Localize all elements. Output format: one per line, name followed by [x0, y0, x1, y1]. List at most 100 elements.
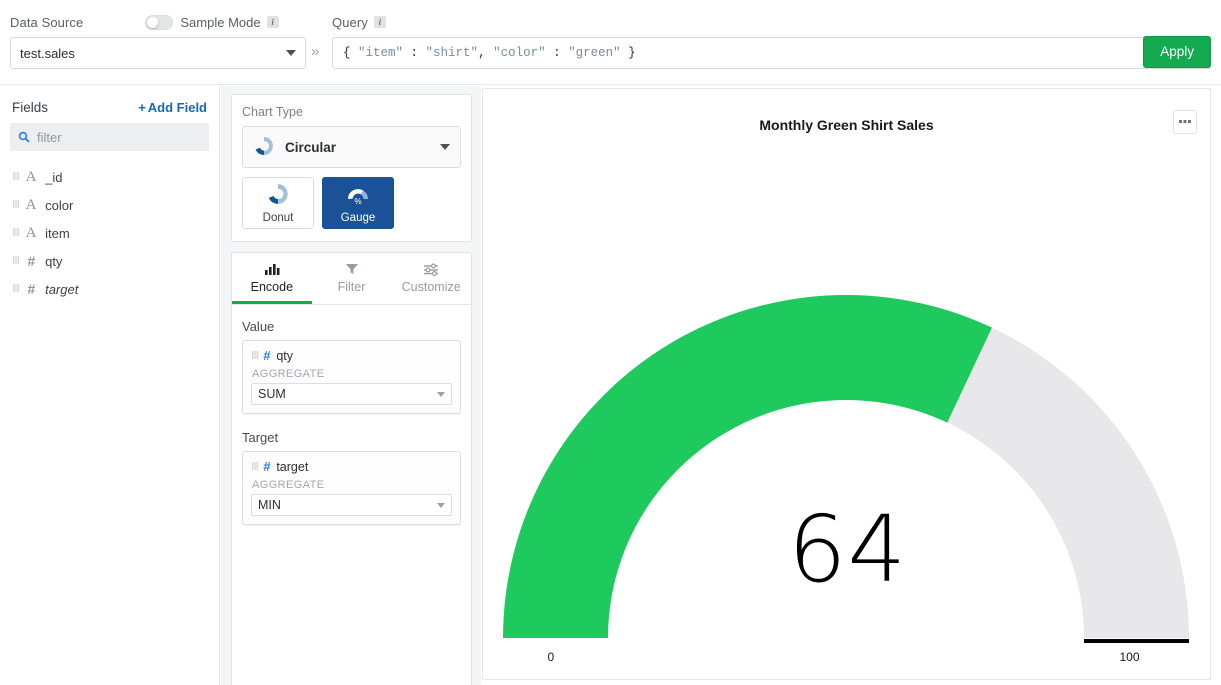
data-source-select[interactable]: test.sales [10, 37, 306, 69]
aggregate-label: AGGREGATE [252, 479, 452, 491]
field-name: item [45, 226, 70, 241]
sample-mode-toggle[interactable] [145, 15, 173, 30]
drag-handle-icon[interactable]: ‖‖ [12, 283, 19, 295]
query-text: { "item" : "shirt", "color" : "green" } [343, 46, 1189, 60]
add-field-label: Add Field [148, 100, 207, 115]
chart-subtype-donut-button[interactable]: Donut [242, 177, 314, 229]
apply-button[interactable]: Apply [1143, 36, 1211, 68]
gauge-min-tick-label: 0 [548, 650, 555, 664]
chart-family-value: Circular [285, 140, 440, 155]
query-label: Query [332, 15, 368, 30]
drag-handle-icon[interactable]: ‖‖ [251, 350, 258, 362]
query-block: Query i { "item" : "shirt", "color" : "g… [332, 12, 1211, 69]
string-type-icon: A [24, 197, 38, 214]
channel-field-row[interactable]: ‖‖#qty [251, 348, 452, 363]
toggle-knob [147, 17, 158, 28]
drag-handle-icon[interactable]: ‖‖ [12, 227, 19, 239]
number-type-icon: # [24, 253, 38, 269]
query-token: , [478, 46, 493, 60]
chart-type-card: Chart Type Circular Donut % Gauge [231, 94, 472, 242]
drag-handle-icon[interactable]: ‖‖ [12, 171, 19, 183]
field-name: color [45, 198, 73, 213]
query-info-icon[interactable]: i [374, 16, 386, 28]
tab-filter[interactable]: Filter [312, 253, 392, 304]
data-source-block: Data Source Sample Mode i test.sales [10, 12, 306, 69]
chevron-down-icon [437, 503, 445, 508]
field-list-item[interactable]: ‖‖ # target [0, 275, 219, 303]
search-icon [18, 131, 30, 143]
breadcrumb-chevron-icon: » [311, 43, 319, 60]
add-field-button[interactable]: +Add Field [138, 100, 207, 115]
svg-text:%: % [354, 197, 361, 206]
plus-icon: + [138, 100, 146, 115]
gauge-max-tick-label: 100 [1120, 650, 1140, 664]
fields-filter-input[interactable]: filter [10, 123, 209, 151]
field-name: _id [45, 170, 62, 185]
chart-type-label: Chart Type [242, 105, 461, 119]
chevron-down-icon [437, 392, 445, 397]
field-list-item[interactable]: ‖‖Aitem [0, 219, 219, 247]
encode-card: EncodeFilterCustomize Value‖‖#qtyAGGREGA… [231, 252, 472, 685]
tab-customize[interactable]: Customize [391, 253, 471, 304]
sample-mode-label: Sample Mode [180, 15, 260, 30]
circular-family-icon [253, 135, 275, 160]
encode-channel-target[interactable]: ‖‖#target AGGREGATE MIN [242, 451, 461, 525]
encode-tab-icon [232, 262, 312, 277]
fields-title: Fields [12, 100, 138, 115]
tab-label: Customize [402, 280, 461, 294]
chevron-down-icon [440, 144, 450, 150]
data-source-label: Data Source [10, 15, 83, 30]
query-input[interactable]: { "item" : "shirt", "color" : "green" } … [332, 37, 1211, 69]
query-token: "item" [351, 46, 404, 60]
aggregate-value: SUM [258, 387, 437, 401]
chevron-down-icon [286, 50, 296, 56]
query-label-row: Query i [332, 12, 1211, 32]
query-token: : [403, 46, 426, 60]
drag-handle-icon[interactable]: ‖‖ [12, 255, 19, 267]
chart-family-select[interactable]: Circular [242, 126, 461, 168]
tab-label: Filter [338, 280, 366, 294]
chart-panel: Monthly Green Shirt Sales 64 0 100 [482, 88, 1211, 680]
field-list-item[interactable]: ‖‖ Acolor [0, 191, 219, 219]
sample-mode-info-icon[interactable]: i [267, 16, 279, 28]
channel-field-row[interactable]: ‖‖#target [251, 459, 452, 474]
channel-field-name: target [276, 460, 308, 474]
field-name: target [45, 282, 78, 297]
gauge-value-label: 64 [483, 504, 1212, 596]
donut-icon [266, 182, 290, 209]
filter-tab-icon [312, 262, 392, 277]
gauge-chart: 64 0 100 [483, 89, 1212, 681]
fields-list: ‖‖A_id‖‖Acolor‖‖Aitem‖‖#qty‖‖#target [0, 163, 219, 303]
query-token: { [343, 46, 351, 60]
top-toolbar: Data Source Sample Mode i test.sales » Q… [0, 0, 1221, 85]
panel-tabs: Encode Filter Customize [232, 253, 471, 305]
aggregate-select[interactable]: SUM [251, 383, 452, 405]
field-list-item[interactable]: ‖‖ A _id [0, 163, 219, 191]
query-token: "color" [493, 46, 546, 60]
encode-channel-value[interactable]: ‖‖#qtyAGGREGATESUM [242, 340, 461, 414]
aggregate-select[interactable]: MIN [251, 494, 452, 516]
query-token: "shirt" [426, 46, 479, 60]
sample-mode-toggle-group[interactable]: Sample Mode i [145, 15, 278, 30]
customize-tab-icon [391, 262, 471, 277]
data-source-value: test.sales [20, 46, 286, 61]
query-token: "green" [568, 46, 621, 60]
chart-subtype-label: Gauge [341, 212, 376, 224]
chart-config-panel: Chart Type Circular Donut % Gauge Encode F… [221, 86, 481, 685]
tab-encode[interactable]: Encode [232, 253, 312, 304]
number-type-icon: # [263, 348, 270, 363]
drag-handle-icon[interactable]: ‖‖ [12, 199, 19, 211]
fields-filter-placeholder: filter [37, 130, 62, 145]
encode-channel-label: Target [242, 430, 461, 445]
chart-subtype-buttons: Donut % Gauge [242, 177, 461, 229]
aggregate-label: AGGREGATE [252, 368, 452, 380]
string-type-icon: A [24, 169, 38, 186]
field-list-item[interactable]: ‖‖ # qty [0, 247, 219, 275]
drag-handle-icon[interactable]: ‖‖ [251, 461, 258, 473]
chart-subtype-gauge-button[interactable]: % Gauge [322, 177, 394, 229]
gauge-icon: % [345, 182, 371, 209]
number-type-icon: # [24, 281, 38, 297]
data-source-label-row: Data Source Sample Mode i [10, 12, 306, 32]
query-token: } [621, 46, 636, 60]
field-name: qty [45, 254, 62, 269]
